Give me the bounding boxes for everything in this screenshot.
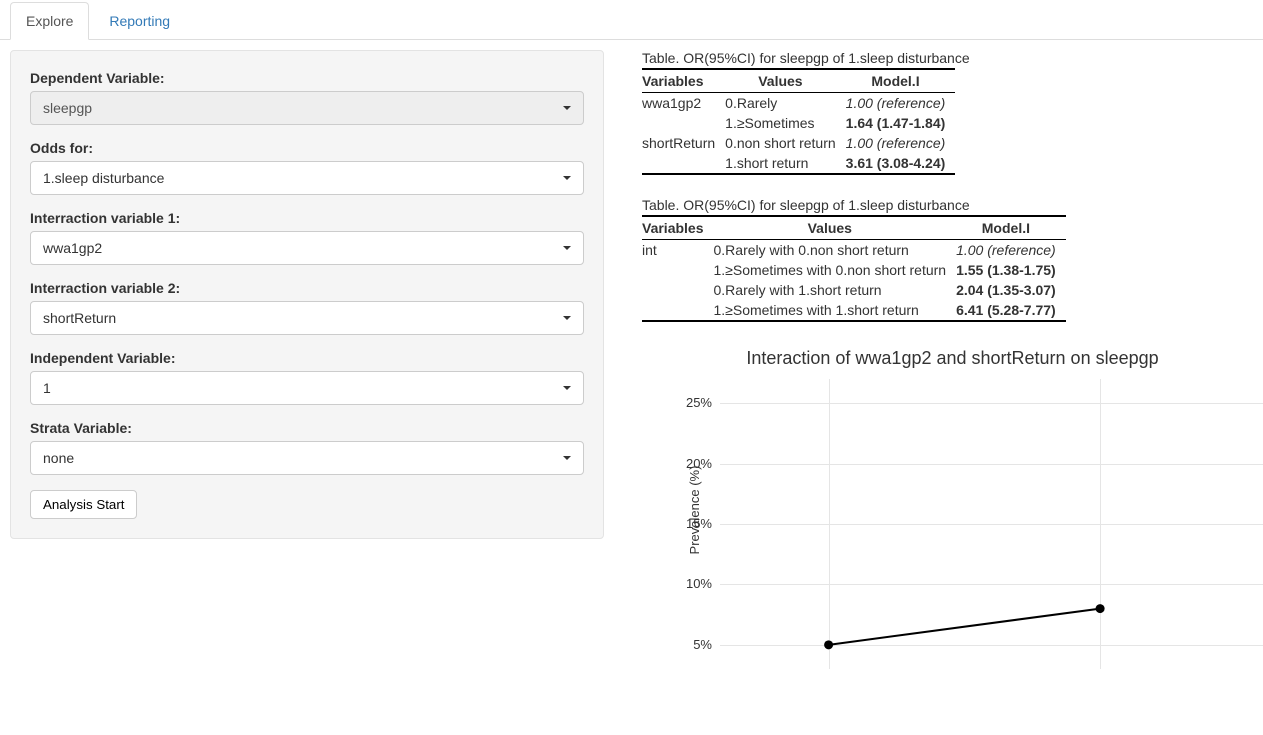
y-tick-label: 5%	[676, 637, 712, 652]
tab-reporting[interactable]: Reporting	[93, 2, 186, 40]
int1-label: Interraction variable 1:	[30, 210, 584, 226]
indvar-select[interactable]: 1	[30, 371, 584, 405]
table-row: 1.≥Sometimes with 0.non short return1.55…	[642, 260, 1066, 280]
table2-caption: Table. OR(95%CI) for sleepgp of 1.sleep …	[642, 197, 1263, 213]
strata-select[interactable]: none	[30, 441, 584, 475]
indvar-label: Independent Variable:	[30, 350, 584, 366]
caret-icon	[563, 176, 571, 180]
odds-select[interactable]: 1.sleep disturbance	[30, 161, 584, 195]
y-tick-label: 10%	[676, 576, 712, 591]
table2: Variables Values Model.I int0.Rarely wit…	[642, 215, 1066, 322]
table-row: 1.≥Sometimes with 1.short return6.41 (5.…	[642, 300, 1066, 321]
y-axis-label: Prevalence (%)	[687, 465, 702, 554]
table-row: 1.short return3.61 (3.08-4.24)	[642, 153, 955, 174]
th-model: Model.I	[846, 69, 956, 93]
depvar-value: sleepgp	[43, 100, 92, 116]
controls-panel: Dependent Variable: sleepgp Odds for: 1.…	[10, 50, 604, 539]
strata-label: Strata Variable:	[30, 420, 584, 436]
table-row: shortReturn0.non short return1.00 (refer…	[642, 133, 955, 153]
chart: Interaction of wwa1gp2 and shortReturn o…	[642, 344, 1263, 674]
tab-explore[interactable]: Explore	[10, 2, 89, 40]
int2-select[interactable]: shortReturn	[30, 301, 584, 335]
odds-label: Odds for:	[30, 140, 584, 156]
int2-value: shortReturn	[43, 310, 116, 326]
th-values: Values	[714, 216, 957, 240]
depvar-label: Dependent Variable:	[30, 70, 584, 86]
table1: Variables Values Model.I wwa1gp20.Rarely…	[642, 68, 955, 175]
int2-label: Interraction variable 2:	[30, 280, 584, 296]
analysis-start-button[interactable]: Analysis Start	[30, 490, 137, 519]
y-tick-label: 25%	[676, 395, 712, 410]
th-variables: Variables	[642, 69, 725, 93]
int1-select[interactable]: wwa1gp2	[30, 231, 584, 265]
table-row: 1.≥Sometimes1.64 (1.47-1.84)	[642, 113, 955, 133]
table1-caption: Table. OR(95%CI) for sleepgp of 1.sleep …	[642, 50, 1263, 66]
chart-title: Interaction of wwa1gp2 and shortReturn o…	[642, 344, 1263, 379]
caret-icon	[563, 246, 571, 250]
odds-value: 1.sleep disturbance	[43, 170, 164, 186]
caret-icon	[563, 316, 571, 320]
th-values: Values	[725, 69, 846, 93]
th-model: Model.I	[956, 216, 1066, 240]
table-row: wwa1gp20.Rarely1.00 (reference)	[642, 93, 955, 114]
caret-icon	[563, 106, 571, 110]
table-row: 0.Rarely with 1.short return2.04 (1.35-3…	[642, 280, 1066, 300]
y-tick-label: 20%	[676, 456, 712, 471]
depvar-select[interactable]: sleepgp	[30, 91, 584, 125]
strata-value: none	[43, 450, 74, 466]
y-tick-label: 15%	[676, 516, 712, 531]
caret-icon	[563, 456, 571, 460]
int1-value: wwa1gp2	[43, 240, 102, 256]
indvar-value: 1	[43, 380, 51, 396]
table-row: int0.Rarely with 0.non short return1.00 …	[642, 240, 1066, 261]
th-variables: Variables	[642, 216, 714, 240]
tabs: Explore Reporting	[0, 2, 1263, 40]
caret-icon	[563, 386, 571, 390]
